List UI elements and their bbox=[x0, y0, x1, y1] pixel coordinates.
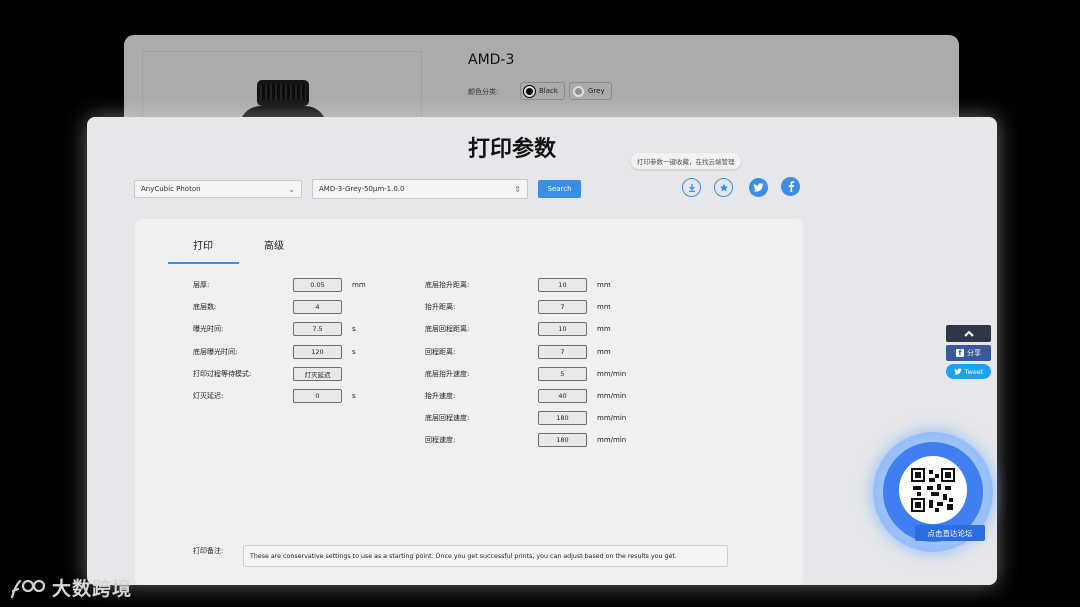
swatch-black[interactable]: Black bbox=[520, 82, 565, 100]
facebook-icon: f bbox=[956, 349, 964, 357]
field-label: 底层回程速度: bbox=[425, 414, 470, 422]
field-value[interactable]: 10 bbox=[538, 278, 587, 292]
field-value[interactable]: 0 bbox=[293, 389, 342, 403]
field-unit: mm bbox=[597, 325, 611, 333]
field-unit: mm/min bbox=[597, 370, 627, 378]
search-button[interactable]: Search bbox=[538, 180, 581, 198]
chevron-up-icon bbox=[963, 330, 974, 337]
field-unit: mm/min bbox=[597, 392, 627, 400]
black-dot-icon bbox=[524, 85, 535, 97]
field-value[interactable]: 7 bbox=[538, 300, 587, 314]
field-value[interactable]: 180 bbox=[538, 411, 587, 425]
field-unit: mm bbox=[352, 281, 366, 289]
tweet-button[interactable]: Tweet bbox=[946, 364, 991, 379]
grey-dot-icon bbox=[573, 85, 584, 97]
scroll-to-top-button[interactable] bbox=[946, 325, 991, 342]
printer-select-value: AnyCubic Photon bbox=[141, 185, 201, 193]
swatch-label: Black bbox=[539, 87, 558, 95]
field-unit: mm bbox=[597, 281, 611, 289]
active-tab-indicator bbox=[168, 262, 239, 264]
field-label: 层厚: bbox=[193, 281, 210, 289]
field-value[interactable]: 5 bbox=[538, 367, 587, 381]
field-unit: mm bbox=[597, 303, 611, 311]
field-label: 抬升距离: bbox=[425, 303, 456, 311]
facebook-icon[interactable] bbox=[781, 177, 800, 196]
field-unit: mm/min bbox=[597, 414, 627, 422]
favorite-tooltip: 打印参数一键收藏，在找云端管理 bbox=[631, 153, 741, 169]
field-unit: s bbox=[352, 325, 356, 333]
profile-select[interactable]: AMD-3-Grey-50µm-1.0.0 ⇕ bbox=[312, 179, 528, 199]
tab-advanced[interactable]: 高级 bbox=[264, 237, 284, 252]
modal-title: 打印参数 bbox=[467, 137, 556, 162]
facebook-share-button[interactable]: f 分享 bbox=[946, 345, 991, 361]
field-value[interactable]: 4 bbox=[293, 300, 342, 314]
select-arrows-icon: ⇕ bbox=[514, 184, 521, 194]
field-label: 灯灭延迟: bbox=[193, 392, 224, 400]
field-label: 底层曝光时间: bbox=[193, 348, 238, 356]
notes-field[interactable]: These are conservative settings to use a… bbox=[243, 545, 728, 567]
chevron-down-icon: ⌄ bbox=[288, 184, 295, 194]
tweet-label: Tweet bbox=[964, 367, 984, 376]
download-icon[interactable] bbox=[682, 178, 701, 197]
field-value[interactable]: 180 bbox=[538, 433, 587, 447]
field-value[interactable]: 灯灭延迟 bbox=[293, 367, 342, 381]
print-params-modal: 打印参数 打印参数一键收藏，在找云端管理 AnyCubic Photon ⌄ A… bbox=[87, 117, 997, 585]
field-value[interactable]: 7 bbox=[538, 345, 587, 359]
printer-select[interactable]: AnyCubic Photon ⌄ bbox=[134, 180, 302, 198]
field-value[interactable]: 0.05 bbox=[293, 278, 342, 292]
field-label: 底层抬升距离: bbox=[425, 281, 470, 289]
watermark-logo-icon bbox=[10, 579, 46, 598]
field-value[interactable]: 10 bbox=[538, 322, 587, 336]
qr-ring: 点击直达论坛 bbox=[883, 442, 985, 542]
field-value[interactable]: 7.5 bbox=[293, 322, 342, 336]
watermark-text: 大数跨境 bbox=[52, 578, 133, 600]
field-value[interactable]: 40 bbox=[538, 389, 587, 403]
field-unit: mm bbox=[597, 348, 611, 356]
twitter-icon[interactable] bbox=[749, 178, 768, 197]
field-label: 回程距离: bbox=[425, 348, 456, 356]
swatch-label: Grey bbox=[588, 87, 605, 95]
color-label: 颜色分类: bbox=[468, 88, 499, 96]
field-label: 底层回程距离: bbox=[425, 325, 470, 333]
share-label: 分享 bbox=[967, 349, 981, 357]
field-unit: mm/min bbox=[597, 436, 627, 444]
notes-label: 打印备注: bbox=[193, 547, 224, 555]
forum-qr-widget[interactable]: 点击直达论坛 bbox=[873, 432, 993, 552]
twitter-icon bbox=[953, 368, 962, 375]
params-panel: 打印 高级 层厚: 0.05 mm 底层数: 4 曝光时间: 7.5 s 底层曝… bbox=[135, 219, 803, 585]
field-label: 曝光时间: bbox=[193, 325, 224, 333]
bottle-cap bbox=[257, 80, 309, 106]
field-unit: s bbox=[352, 392, 356, 400]
product-title: AMD-3 bbox=[468, 52, 515, 68]
swatch-grey[interactable]: Grey bbox=[569, 82, 612, 100]
qr-code-icon bbox=[899, 456, 967, 524]
field-label: 回程速度: bbox=[425, 436, 456, 444]
field-label: 抬升速度: bbox=[425, 392, 456, 400]
star-icon[interactable] bbox=[714, 178, 733, 197]
field-label: 底层抬升速度: bbox=[425, 370, 470, 378]
profile-select-value: AMD-3-Grey-50µm-1.0.0 bbox=[319, 185, 405, 193]
tab-print[interactable]: 打印 bbox=[193, 237, 213, 252]
watermark: 大数跨境 bbox=[10, 574, 132, 601]
field-unit: s bbox=[352, 348, 356, 356]
field-value[interactable]: 120 bbox=[293, 345, 342, 359]
field-label: 底层数: bbox=[193, 303, 217, 311]
field-label: 打印过程等待模式: bbox=[193, 370, 252, 378]
forum-link-label[interactable]: 点击直达论坛 bbox=[915, 525, 985, 541]
